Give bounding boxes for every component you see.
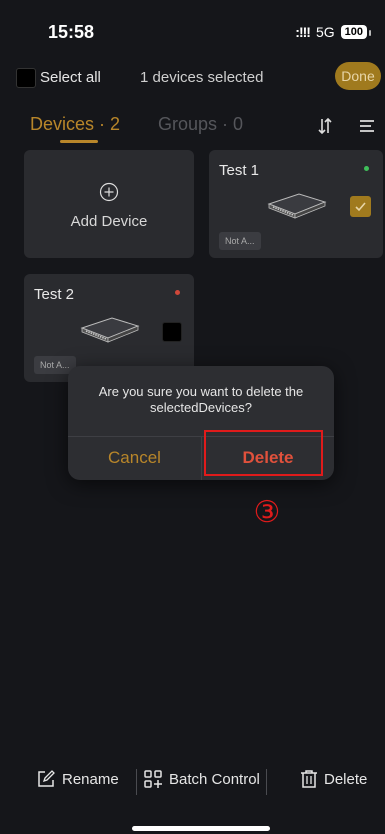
tab-devices[interactable]: Devices · 2 bbox=[30, 114, 120, 135]
delete-label: Delete bbox=[324, 770, 368, 788]
step-marker: ③ bbox=[253, 495, 281, 530]
offline-status-dot bbox=[175, 290, 180, 295]
done-button[interactable]: Done bbox=[335, 62, 381, 90]
rename-button[interactable]: Rename bbox=[36, 769, 119, 789]
tab-groups[interactable]: Groups · 0 bbox=[158, 114, 243, 135]
battery-icon: 100 bbox=[340, 25, 372, 39]
batch-control-label: Batch Control bbox=[169, 770, 260, 788]
bottom-action-bar: Rename Batch Control Delete bbox=[0, 757, 385, 805]
tab-bar: Devices · 2 Groups · 0 bbox=[0, 108, 385, 148]
select-all-label[interactable]: Select all bbox=[40, 69, 101, 86]
dialog-message: Are you sure you want to delete the sele… bbox=[98, 384, 304, 415]
trash-icon bbox=[301, 770, 317, 788]
signal-icon: :!!! bbox=[295, 24, 311, 40]
batch-control-button[interactable]: Batch Control bbox=[143, 769, 260, 789]
status-bar: 15:58 :!!! 5G 100 bbox=[0, 0, 385, 62]
selected-count: 1 devices selected bbox=[140, 69, 264, 86]
cancel-button[interactable]: Cancel bbox=[68, 436, 201, 480]
rename-label: Rename bbox=[62, 770, 119, 788]
add-device-card[interactable]: Add Device bbox=[24, 150, 194, 258]
add-circle-icon bbox=[99, 182, 119, 202]
sort-icon[interactable] bbox=[315, 116, 335, 136]
network-type: 5G bbox=[315, 24, 335, 40]
network-switch-image bbox=[267, 193, 327, 219]
active-tab-indicator bbox=[60, 140, 98, 143]
edit-icon bbox=[38, 770, 55, 787]
device-checkbox-checked[interactable] bbox=[350, 196, 371, 217]
delete-button[interactable]: Delete bbox=[300, 769, 367, 789]
bottom-bar-divider bbox=[266, 769, 267, 795]
bottom-bar-divider bbox=[136, 769, 137, 795]
device-status-badge: Not A... bbox=[219, 232, 261, 250]
network-switch-image bbox=[80, 317, 140, 343]
home-indicator bbox=[132, 826, 270, 831]
list-menu-icon[interactable] bbox=[359, 118, 375, 134]
selection-bar: Select all 1 devices selected Done bbox=[0, 62, 385, 96]
device-name: Test 2 bbox=[34, 286, 75, 303]
device-name: Test 1 bbox=[219, 162, 260, 179]
status-indicators: :!!! 5G 100 bbox=[295, 24, 372, 40]
device-card-test-1[interactable]: Test 1 Not A... bbox=[209, 150, 383, 258]
add-device-label: Add Device bbox=[70, 213, 148, 230]
check-icon bbox=[355, 202, 366, 212]
status-time: 15:58 bbox=[48, 22, 95, 42]
device-checkbox-unchecked[interactable] bbox=[162, 322, 182, 342]
select-all-checkbox[interactable] bbox=[16, 68, 36, 88]
online-status-dot bbox=[364, 166, 369, 171]
highlight-box bbox=[204, 430, 323, 476]
batch-grid-icon bbox=[144, 770, 162, 788]
